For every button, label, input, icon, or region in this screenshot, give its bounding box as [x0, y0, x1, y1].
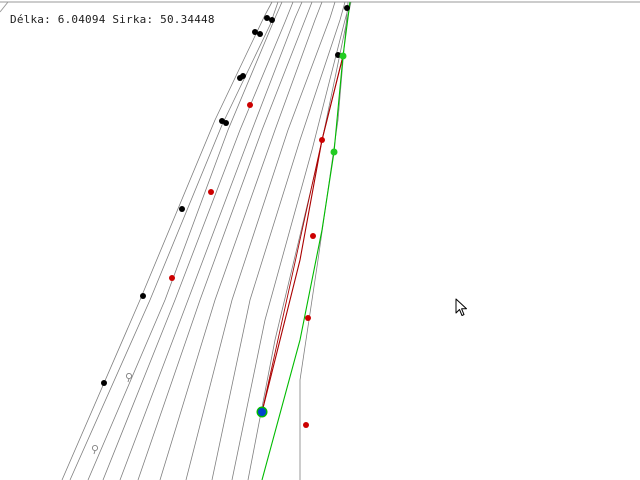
track-point-black [223, 120, 229, 126]
arrow-cursor-icon [455, 298, 467, 316]
points-layer [101, 5, 350, 428]
track-point-green [339, 52, 347, 60]
contour-line [137, 1, 313, 480]
contour-line [231, 1, 351, 480]
contour-line [211, 1, 346, 480]
track-point-red [310, 233, 316, 239]
track-point-red [305, 315, 311, 321]
waypoint-pin-icon [91, 444, 99, 455]
track-point-red [208, 189, 214, 195]
track-point-black [140, 293, 146, 299]
map-canvas[interactable] [0, 0, 640, 480]
route-line-red-2 [261, 55, 344, 413]
contour-line [159, 1, 323, 480]
contour-line [61, 1, 273, 480]
contour-line [119, 1, 303, 480]
contour-line [87, 1, 283, 480]
track-point-red [319, 137, 325, 143]
track-point-black [240, 73, 246, 79]
pin-head [91, 444, 99, 452]
current-position-icon [258, 408, 266, 416]
track-point-black [257, 31, 263, 37]
pin-stem [93, 450, 96, 455]
track-point-green [330, 148, 338, 156]
pin-head [125, 372, 133, 380]
track-point-black [101, 380, 107, 386]
track-point-red [247, 102, 253, 108]
map-viewport[interactable]: Délka: 6.04094 Sirka: 50.34448 [0, 0, 640, 480]
track-point-black [269, 17, 275, 23]
route-lines-layer [261, 1, 351, 480]
track-point-black [179, 206, 185, 212]
longitude-label: Délka: [10, 13, 51, 26]
latitude-value: 50.34448 [160, 13, 215, 26]
coordinate-readout: Délka: 6.04094 Sirka: 50.34448 [10, 13, 215, 27]
route-line-green [261, 1, 351, 480]
track-point-red [303, 422, 309, 428]
pin-stem [127, 378, 130, 383]
longitude-value: 6.04094 [57, 13, 106, 26]
track-point-black [344, 5, 350, 11]
latitude-label: Sirka: [112, 13, 154, 26]
track-point-red [169, 275, 175, 281]
map-corner-line [0, 1, 9, 13]
